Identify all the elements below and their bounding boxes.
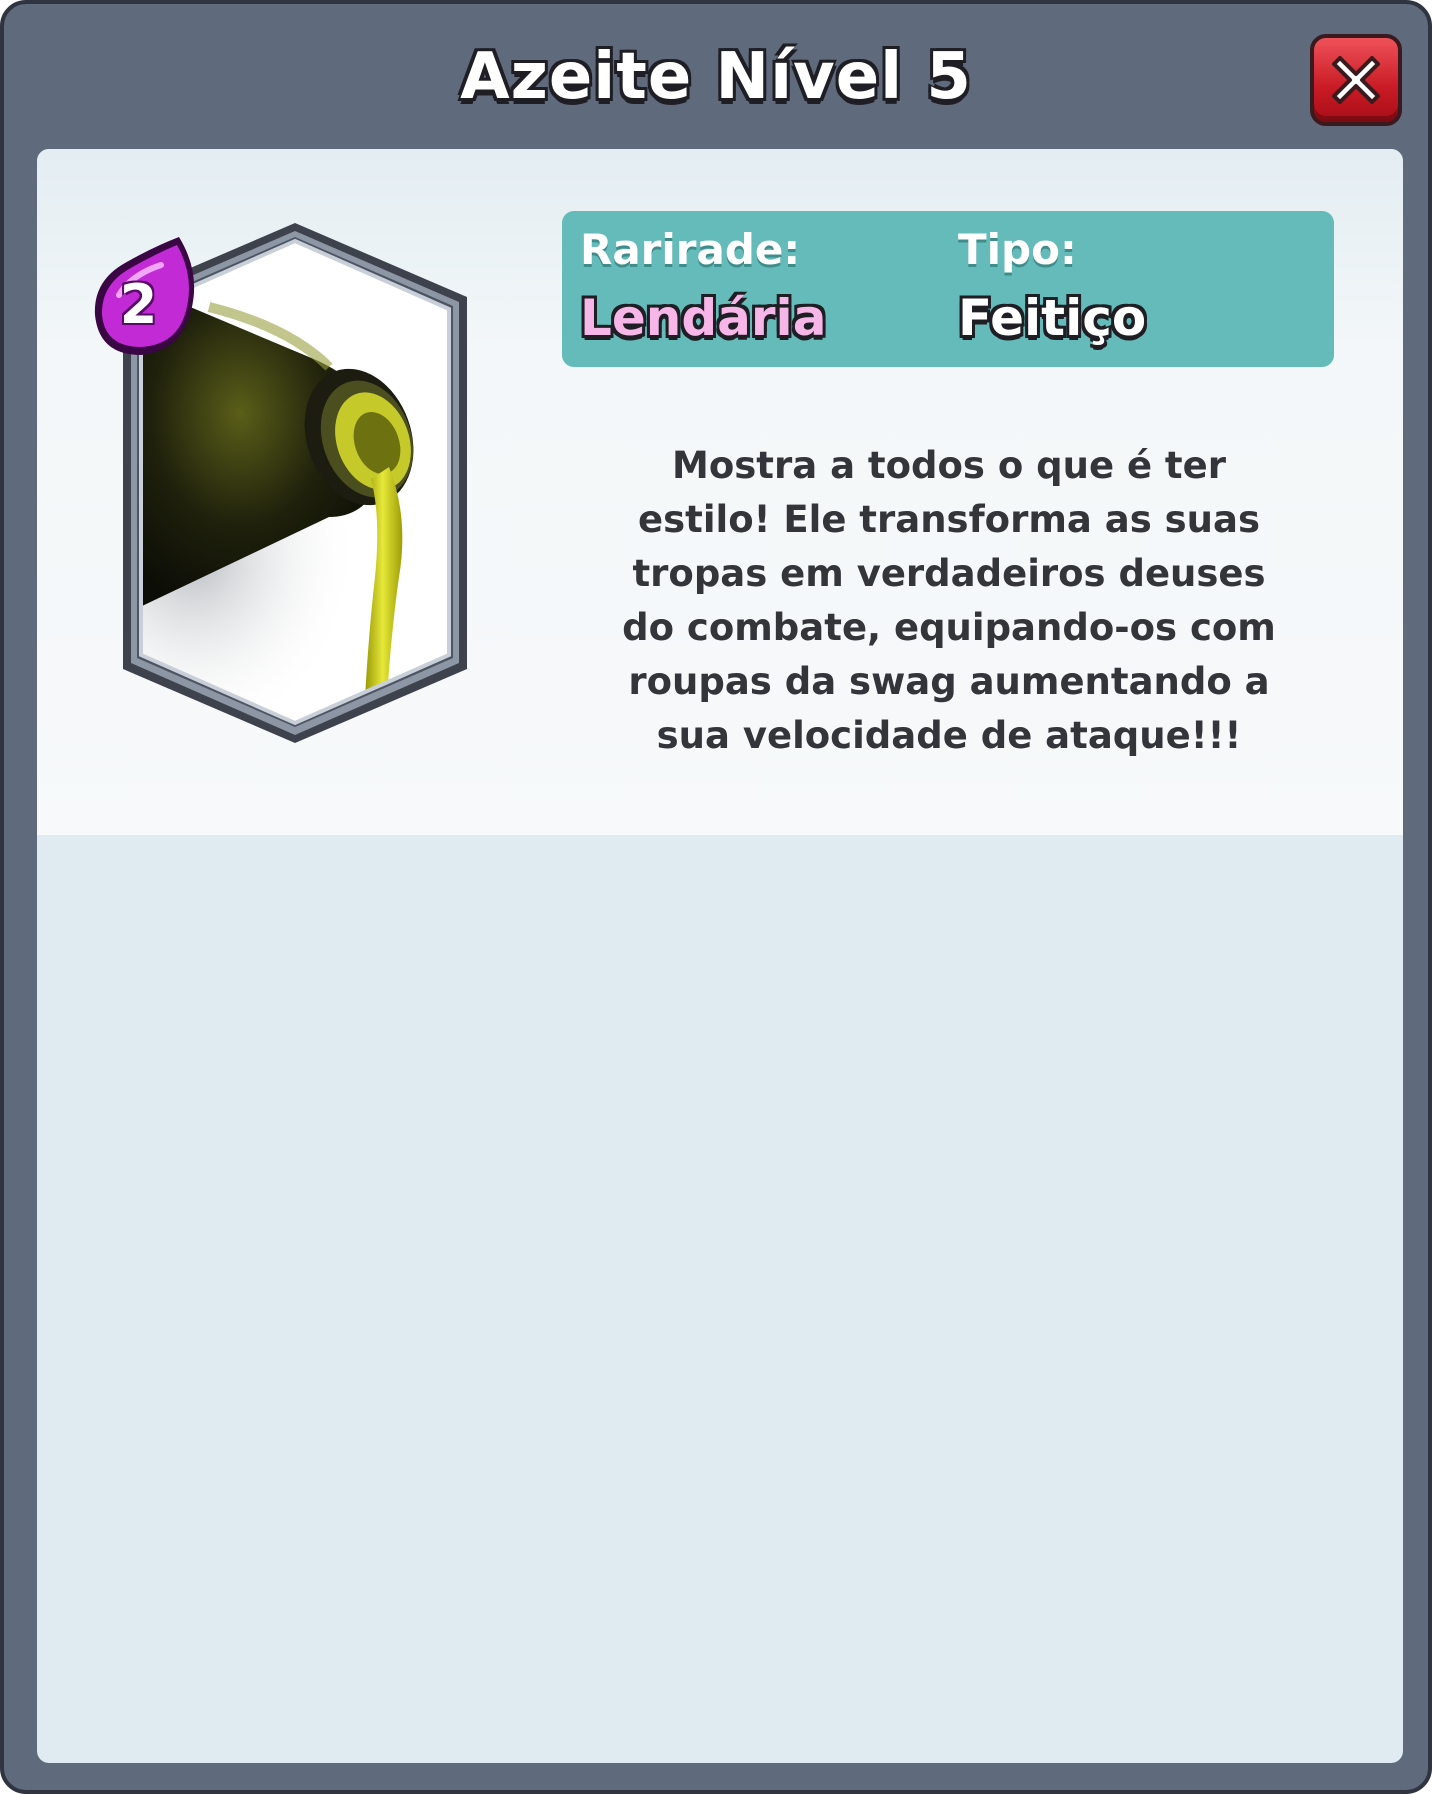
description-line: Mostra a todos o que é ter [672, 444, 1226, 487]
card-info-box: Rarirade: Lendária Tipo: Feitiço [562, 211, 1334, 367]
close-x-icon [1332, 56, 1380, 104]
description-line: do combate, equipando-os com [622, 606, 1276, 649]
dialog-frame: Azeite Nível 5 2 Rarirade: Lendária Tipo… [0, 0, 1432, 1794]
rarity-value: Lendária [580, 289, 827, 347]
rarity-label: Rarirade: [580, 225, 801, 274]
type-label: Tipo: [958, 225, 1077, 274]
content-panel: 2 Rarirade: Lendária Tipo: Feitiço Mostr… [37, 149, 1403, 1763]
description-line: estilo! Ele transforma as suas [638, 498, 1260, 541]
description-line: sua velocidade de ataque!!! [656, 714, 1242, 757]
elixir-cost-badge: 2 [91, 233, 201, 363]
dialog-title: Azeite Nível 5 [460, 40, 972, 114]
description-line: tropas em verdadeiros deuses [632, 552, 1266, 595]
card-description: Mostra a todos o que é ter estilo! Ele t… [609, 439, 1289, 763]
description-line: roupas da swag aumentando a [628, 660, 1270, 703]
close-button[interactable] [1310, 34, 1402, 126]
elixir-cost: 2 [119, 273, 158, 336]
type-value: Feitiço [958, 289, 1147, 347]
